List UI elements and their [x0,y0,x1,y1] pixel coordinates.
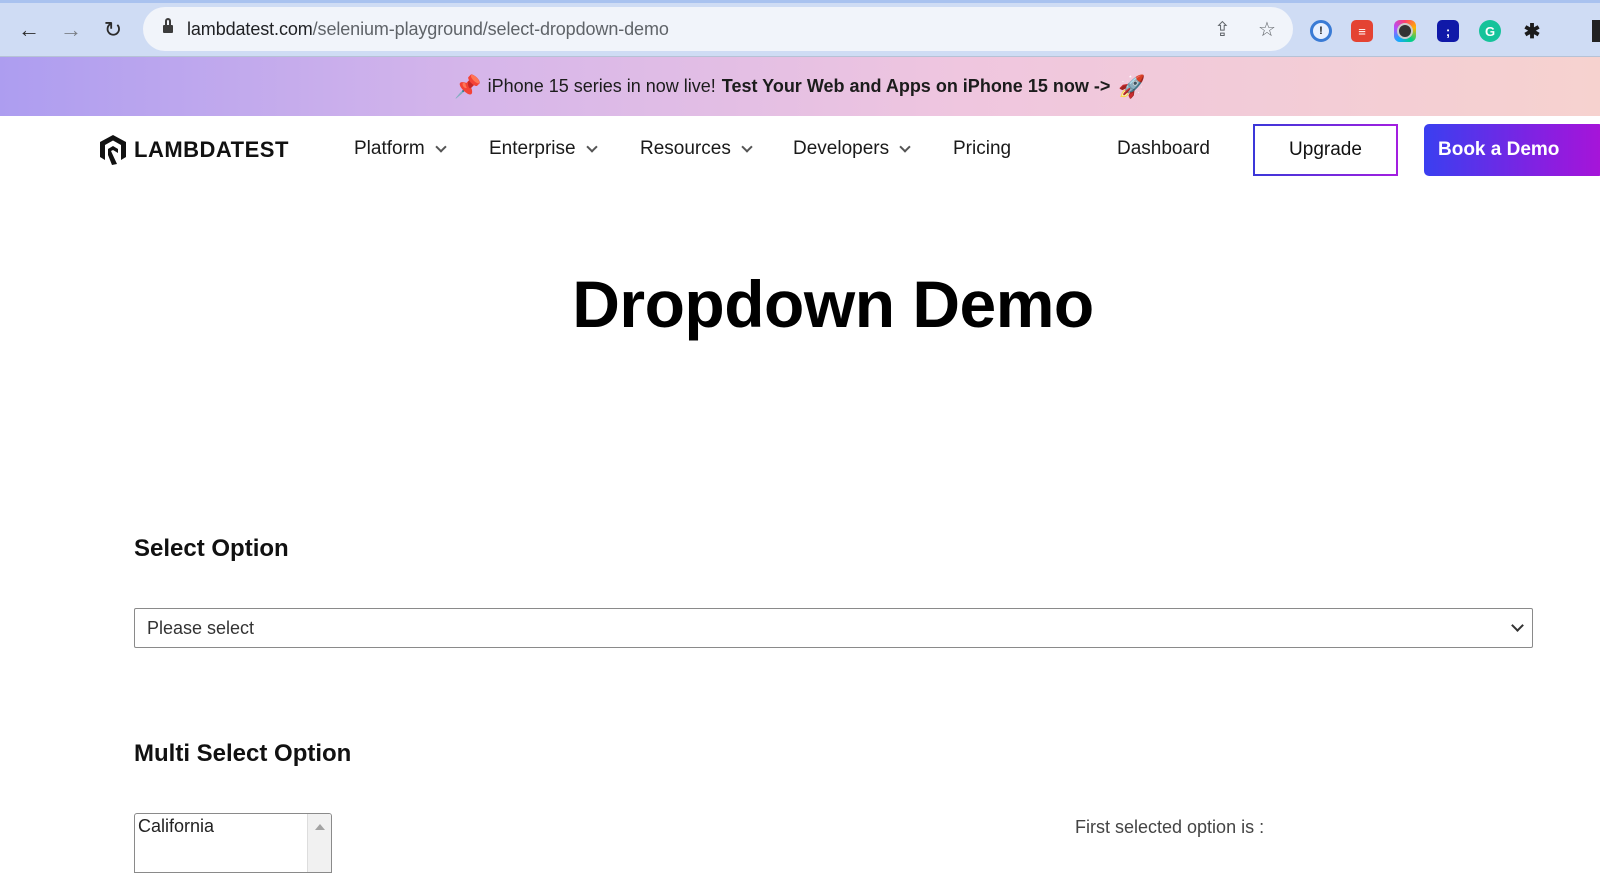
nav-dashboard[interactable]: Dashboard [1117,138,1210,160]
promo-link[interactable]: Test Your Web and Apps on iPhone 15 now … [722,76,1111,97]
select-option-heading: Select Option [134,535,289,562]
lambdatest-logo[interactable]: LAMBDATEST [97,133,289,167]
nav-resources-label: Resources [640,138,731,159]
back-button[interactable]: ← [14,15,44,45]
logo-text: LAMBDATEST [134,137,289,162]
url-path: /selenium-playground/select-dropdown-dem… [312,19,669,39]
reload-icon: ↻ [103,17,123,42]
nav-pricing[interactable]: Pricing [953,138,1011,160]
select-value: Please select [147,618,255,638]
lock-icon[interactable] [163,18,173,35]
forward-button[interactable]: → [56,15,86,45]
promo-banner[interactable]: 📌 iPhone 15 series in now live! Test You… [0,57,1600,116]
nav-developers[interactable]: Developers [793,138,911,160]
chevron-down-icon [1511,619,1524,632]
arrow-right-icon: → [60,17,82,42]
site-header: LAMBDATEST Platform Enterprise Resources… [0,116,1600,184]
address-bar[interactable]: lambdatest.com/selenium-playground/selec… [143,7,1293,51]
nav-dashboard-label: Dashboard [1117,138,1210,159]
browser-toolbar: ← → ↻ lambdatest.com/selenium-playground… [0,0,1600,57]
password-manager-extension-icon[interactable]: ! [1310,20,1332,42]
multi-select-option[interactable]: California [138,816,214,837]
multi-select-heading: Multi Select Option [134,740,352,767]
upgrade-button[interactable]: Upgrade [1253,124,1398,176]
chevron-down-icon [899,141,911,153]
grammarly-extension-icon[interactable]: G [1479,20,1501,42]
nav-pricing-label: Pricing [953,138,1012,159]
arrow-left-icon: ← [18,17,40,42]
first-selected-label: First selected option is : [1075,817,1265,837]
url-host: lambdatest.com [187,19,313,39]
star-icon[interactable]: ☆ [1258,17,1276,42]
reload-button[interactable]: ↻ [98,15,128,45]
pushpin-icon: 📌 [454,73,482,99]
scroll-up-arrow-icon[interactable] [315,824,325,830]
nav-enterprise[interactable]: Enterprise [489,138,598,160]
page-title: Dropdown Demo [572,267,1094,341]
semicolon-extension-icon[interactable]: ; [1437,20,1459,42]
nav-resources[interactable]: Resources [640,138,753,160]
lambdatest-logo-icon [100,135,126,165]
profile-edge-icon[interactable] [1592,20,1600,42]
todoist-extension-icon[interactable]: ≡ [1351,20,1373,42]
chevron-down-icon [585,141,598,153]
nav-platform[interactable]: Platform [354,138,447,160]
single-select-dropdown[interactable]: Please select [134,608,1533,648]
share-icon[interactable]: ⇪ [1214,17,1231,42]
url-text[interactable]: lambdatest.com/selenium-playground/selec… [187,19,669,40]
extensions-puzzle-icon[interactable]: ✱ [1521,20,1543,43]
nav-enterprise-label: Enterprise [489,138,576,159]
multi-select-listbox[interactable]: California [134,813,332,873]
nav-platform-label: Platform [354,138,425,159]
promo-text: iPhone 15 series in now live! [487,76,716,96]
listbox-scrollbar[interactable] [307,814,331,872]
chevron-down-icon [741,141,753,153]
nav-developers-label: Developers [793,138,890,159]
book-demo-button[interactable]: Book a Demo [1424,124,1600,176]
camera-extension-icon[interactable] [1394,20,1416,42]
rocket-icon: 🚀 [1118,73,1146,99]
chevron-down-icon [435,141,447,153]
